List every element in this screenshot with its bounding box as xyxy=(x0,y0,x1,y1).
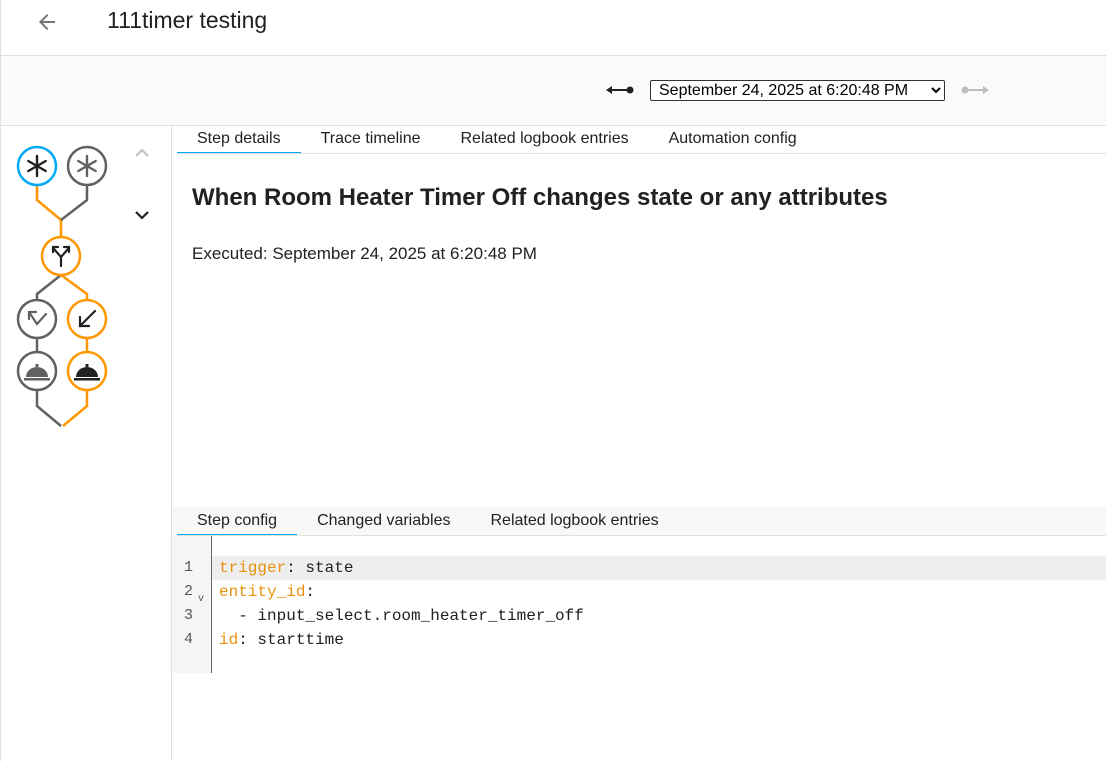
details-tabs: Step details Trace timeline Related logb… xyxy=(177,126,817,154)
action-node-2[interactable] xyxy=(66,350,108,392)
back-button[interactable] xyxy=(23,4,71,40)
yaml-editor[interactable]: 1 2v 3 4 trigger: state entity_id: - inp… xyxy=(172,536,1106,673)
code-line[interactable]: - input_select.room_heater_timer_off xyxy=(212,604,1106,628)
chevron-down-icon xyxy=(135,211,149,220)
trigger-node-1[interactable] xyxy=(16,145,58,187)
executed-timestamp: Executed: September 24, 2025 at 6:20:48 … xyxy=(192,244,537,263)
yaml-key: trigger xyxy=(219,559,287,577)
subtab-changed-variables[interactable]: Changed variables xyxy=(297,507,470,536)
subtab-related-logbook[interactable]: Related logbook entries xyxy=(470,507,678,536)
tab-automation-config[interactable]: Automation config xyxy=(649,126,817,154)
top-app-bar: 111timer testing xyxy=(0,0,1106,56)
line-number: 3 xyxy=(184,607,194,624)
yaml-value: : state xyxy=(286,559,354,577)
action-node-1[interactable] xyxy=(16,350,58,392)
trace-select[interactable]: September 24, 2025 at 6:20:48 PM xyxy=(650,80,945,101)
yaml-value: : xyxy=(305,583,316,601)
line-number: 4 xyxy=(184,631,194,648)
tab-step-details[interactable]: Step details xyxy=(177,126,301,154)
choose-node[interactable] xyxy=(40,235,82,277)
next-trace-button[interactable] xyxy=(956,78,994,102)
previous-trace-button[interactable] xyxy=(601,78,639,102)
yaml-value: : starttime xyxy=(238,631,344,649)
subtab-step-config[interactable]: Step config xyxy=(177,507,298,536)
trace-graph-panel xyxy=(0,126,172,761)
line-number-gutter: 1 2v 3 4 xyxy=(172,536,212,673)
trace-details: Step details Trace timeline Related logb… xyxy=(172,126,1106,761)
trace-graph xyxy=(16,145,108,427)
code-line[interactable]: trigger: state xyxy=(212,556,1106,580)
code-line[interactable]: id: starttime xyxy=(212,628,1106,652)
arrow-left-icon xyxy=(39,14,55,30)
tabs-divider xyxy=(177,153,1106,154)
line-number: 2v xyxy=(172,580,212,605)
chevron-up-icon xyxy=(135,148,149,157)
next-trace-icon xyxy=(961,86,989,94)
step-title: When Room Heater Timer Off changes state… xyxy=(192,184,888,211)
line-number: 1 xyxy=(184,559,194,576)
previous-step-button[interactable] xyxy=(128,142,156,164)
yaml-value: - input_select.room_heater_timer_off xyxy=(219,607,584,625)
code-line[interactable]: entity_id: xyxy=(212,580,1106,604)
trigger-node-2[interactable] xyxy=(66,145,108,187)
page-title: 111timer testing xyxy=(107,7,268,33)
option-node-1[interactable] xyxy=(16,298,58,340)
step-subtabs: Step config Changed variables Related lo… xyxy=(177,507,679,536)
tab-related-logbook[interactable]: Related logbook entries xyxy=(441,126,649,154)
yaml-key: entity_id xyxy=(219,583,306,601)
previous-trace-icon xyxy=(606,86,634,94)
tab-trace-timeline[interactable]: Trace timeline xyxy=(301,126,441,154)
next-step-button[interactable] xyxy=(128,204,156,226)
yaml-key: id xyxy=(219,631,239,649)
trace-toolbar: September 24, 2025 at 6:20:48 PM xyxy=(0,56,1106,126)
option-node-2[interactable] xyxy=(66,298,108,340)
